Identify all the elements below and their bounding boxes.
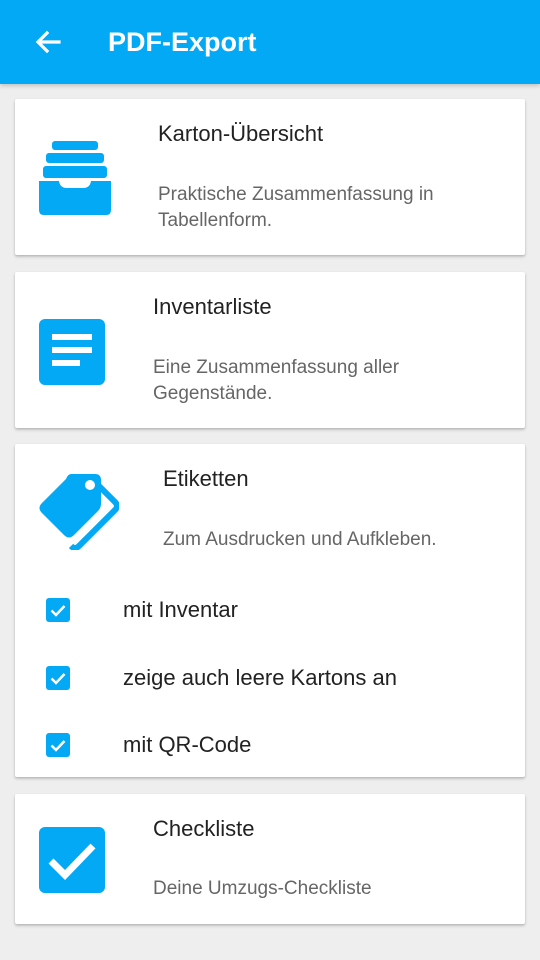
option-label: zeige auch leere Kartons an (123, 665, 397, 690)
checkbox-icon[interactable] (46, 666, 70, 690)
card-description: Zum Ausdrucken und Aufkleben. (163, 529, 437, 550)
card-description: Praktische Zusammenfassung in Tabellenfo… (158, 184, 434, 231)
export-card-labels[interactable]: Etiketten Zum Ausdrucken und Aufkleben. … (15, 444, 525, 777)
card-title: Inventarliste (153, 294, 272, 319)
option-show-empty-boxes[interactable]: zeige auch leere Kartons an (15, 654, 525, 702)
arrow-left-icon (35, 30, 61, 54)
page-title: PDF-Export (108, 27, 257, 57)
card-description: Deine Umzugs-Checkliste (153, 878, 372, 899)
checkbox-icon (39, 827, 105, 893)
card-title: Karton-Übersicht (158, 121, 324, 146)
document-list-icon (39, 319, 105, 385)
app-bar: PDF-Export (0, 0, 540, 84)
export-card-box-overview[interactable]: Karton-Übersicht Praktische Zusammenfass… (15, 99, 525, 255)
option-label: mit QR-Code (123, 732, 252, 757)
export-card-inventory[interactable]: Inventarliste Eine Zusammenfassung aller… (15, 272, 525, 428)
back-button[interactable] (24, 18, 72, 66)
option-with-inventory[interactable]: mit Inventar (15, 586, 525, 634)
option-label: mit Inventar (123, 597, 238, 622)
checkbox-icon[interactable] (46, 598, 70, 622)
export-card-checklist[interactable]: Checkliste Deine Umzugs-Checkliste (15, 794, 525, 924)
card-title: Checkliste (153, 816, 255, 841)
checkbox-icon[interactable] (46, 733, 70, 757)
labels-icon (39, 474, 119, 550)
card-title: Etiketten (163, 466, 249, 491)
option-with-qr-code[interactable]: mit QR-Code (15, 721, 525, 769)
card-description: Eine Zusammenfassung aller Gegenstände. (153, 357, 400, 404)
archive-box-icon (39, 141, 111, 215)
